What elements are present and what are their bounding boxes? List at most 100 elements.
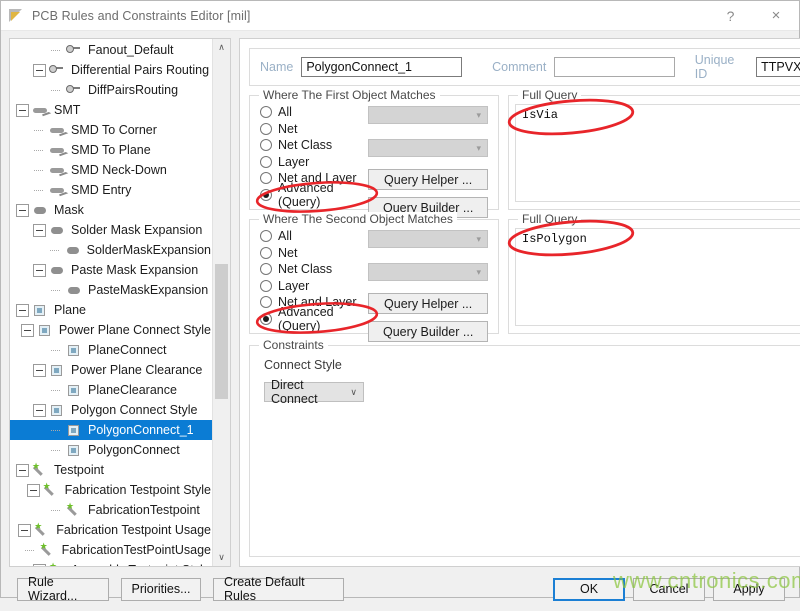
tree-item[interactable]: PasteMaskExpansion [10,280,213,300]
tree-item[interactable]: Power Plane Clearance [10,360,213,380]
tree-item[interactable]: SolderMaskExpansion [10,240,213,260]
tree-collapse-icon[interactable] [33,564,46,567]
rule-wizard-button[interactable]: Rule Wizard... [17,578,109,601]
apply-button[interactable]: Apply [713,578,785,601]
tree-item[interactable]: Solder Mask Expansion [10,220,213,240]
radio-advanced-query[interactable]: Advanced (Query) [260,187,368,204]
tree-item-label: Power Plane Connect Style [57,323,213,337]
tree-item[interactable]: PolygonConnect [10,440,213,460]
radio-net-class[interactable]: Net Class [260,261,368,278]
tree-collapse-icon[interactable] [21,324,34,337]
second-query-helper-button[interactable]: Query Helper ... [368,293,488,314]
fanout-icon [66,43,83,58]
help-icon[interactable]: ? [708,1,753,30]
tree-collapse-icon[interactable] [33,404,46,417]
tree-item[interactable]: FabricationTestpoint [10,500,213,520]
tree-item[interactable]: Mask [10,200,213,220]
tree-item[interactable]: SMD To Plane [10,140,213,160]
tree-item[interactable]: PolygonConnect_1 [10,420,213,440]
tree-item-label: SMD Neck-Down [69,163,169,177]
first-full-query-text[interactable]: IsVia [515,104,800,202]
radio-label: All [278,229,292,243]
radio-net-class[interactable]: Net Class [260,137,368,154]
smd-icon [49,183,66,198]
ok-button[interactable]: OK [553,578,625,601]
tree-item[interactable]: Fanout_Default [10,40,213,60]
tree-item[interactable]: Fabrication Testpoint Style [10,480,213,500]
tree-item[interactable]: Polygon Connect Style [10,400,213,420]
tree-item[interactable]: Assembly Testpoint Style [10,560,213,566]
tree-item-label: Fanout_Default [86,43,175,57]
scroll-down-icon[interactable]: ∨ [213,549,230,566]
tree-collapse-icon[interactable] [16,464,29,477]
tree-line [50,84,63,97]
tree-item[interactable]: SMT [10,100,213,120]
plane-icon [66,423,83,438]
name-input[interactable]: PolygonConnect_1 [301,57,462,77]
tree-item-label: Power Plane Clearance [69,363,204,377]
tree-collapse-icon[interactable] [27,484,40,497]
radio-layer[interactable]: Layer [260,154,368,171]
tree-line [33,144,46,157]
rules-tree[interactable]: Fanout_Default Differential Pairs Routing… [10,39,213,566]
tree-item-label: SMD To Corner [69,123,159,137]
connect-style-select[interactable]: Direct Connect ∨ [264,382,364,402]
tree-item[interactable]: PlaneConnect [10,340,213,360]
comment-input[interactable] [554,57,674,77]
first-net-combo[interactable]: ▾ [368,106,488,124]
first-object-match-group: Where The First Object Matches AllNetNet… [249,95,499,210]
second-query-builder-button[interactable]: Query Builder ... [368,321,488,342]
tree-collapse-icon[interactable] [33,224,46,237]
radio-all[interactable]: All [260,228,368,245]
tree-item[interactable]: SMD To Corner [10,120,213,140]
tree-item[interactable]: FabricationTestPointUsage [10,540,213,560]
tree-collapse-icon[interactable] [33,64,46,77]
tree-collapse-icon[interactable] [16,104,29,117]
tree-item[interactable]: Fabrication Testpoint Usage [10,520,213,540]
close-icon[interactable]: × [753,1,799,30]
radio-net[interactable]: Net [260,245,368,262]
unique-id-input[interactable]: TTPVXBQS [756,57,800,77]
radio-indicator [260,247,272,259]
tree-line [50,444,63,457]
tree-item[interactable]: Differential Pairs Routing [10,60,213,80]
tree-item[interactable]: Paste Mask Expansion [10,260,213,280]
tree-item-label: FabricationTestPointUsage [60,543,213,557]
tree-collapse-icon[interactable] [16,204,29,217]
tp-icon [32,463,49,478]
radio-all[interactable]: All [260,104,368,121]
create-default-rules-button[interactable]: Create Default Rules [213,578,344,601]
tree-item-label: SMT [52,103,82,117]
tree-item[interactable]: DiffPairsRouting [10,80,213,100]
second-net-class-combo[interactable]: ▾ [368,263,488,281]
first-query-helper-button[interactable]: Query Helper ... [368,169,488,190]
radio-net[interactable]: Net [260,121,368,138]
priorities-button[interactable]: Priorities... [121,578,201,601]
plane-icon [32,303,49,318]
tree-item[interactable]: SMD Entry [10,180,213,200]
radio-layer[interactable]: Layer [260,278,368,295]
second-object-radio-group[interactable]: AllNetNet ClassLayerNet and LayerAdvance… [260,228,368,342]
second-net-combo[interactable]: ▾ [368,230,488,248]
tree-collapse-icon[interactable] [16,304,29,317]
second-full-query-text[interactable]: IsPolygon [515,228,800,326]
tree-item-label: Polygon Connect Style [69,403,199,417]
tree-item[interactable]: SMD Neck-Down [10,160,213,180]
tree-item[interactable]: PlaneClearance [10,380,213,400]
scroll-up-icon[interactable]: ∧ [213,39,230,56]
tree-scrollbar[interactable]: ∧ ∨ [212,39,230,566]
tree-item[interactable]: Testpoint [10,460,213,480]
tree-collapse-icon[interactable] [18,524,31,537]
first-object-radio-group[interactable]: AllNetNet ClassLayerNet and LayerAdvance… [260,104,368,218]
first-full-query-group: Full Query IsVia [508,95,800,210]
first-net-class-combo[interactable]: ▾ [368,139,488,157]
tree-item[interactable]: Plane [10,300,213,320]
tree-item[interactable]: Power Plane Connect Style [10,320,213,340]
tree-collapse-icon[interactable] [33,364,46,377]
scrollbar-thumb[interactable] [215,264,228,399]
create-default-rules-label: Create Default Rules [224,575,333,603]
radio-advanced-query[interactable]: Advanced (Query) [260,311,368,328]
cancel-button[interactable]: Cancel [633,578,705,601]
tree-line [33,164,46,177]
tree-collapse-icon[interactable] [33,264,46,277]
